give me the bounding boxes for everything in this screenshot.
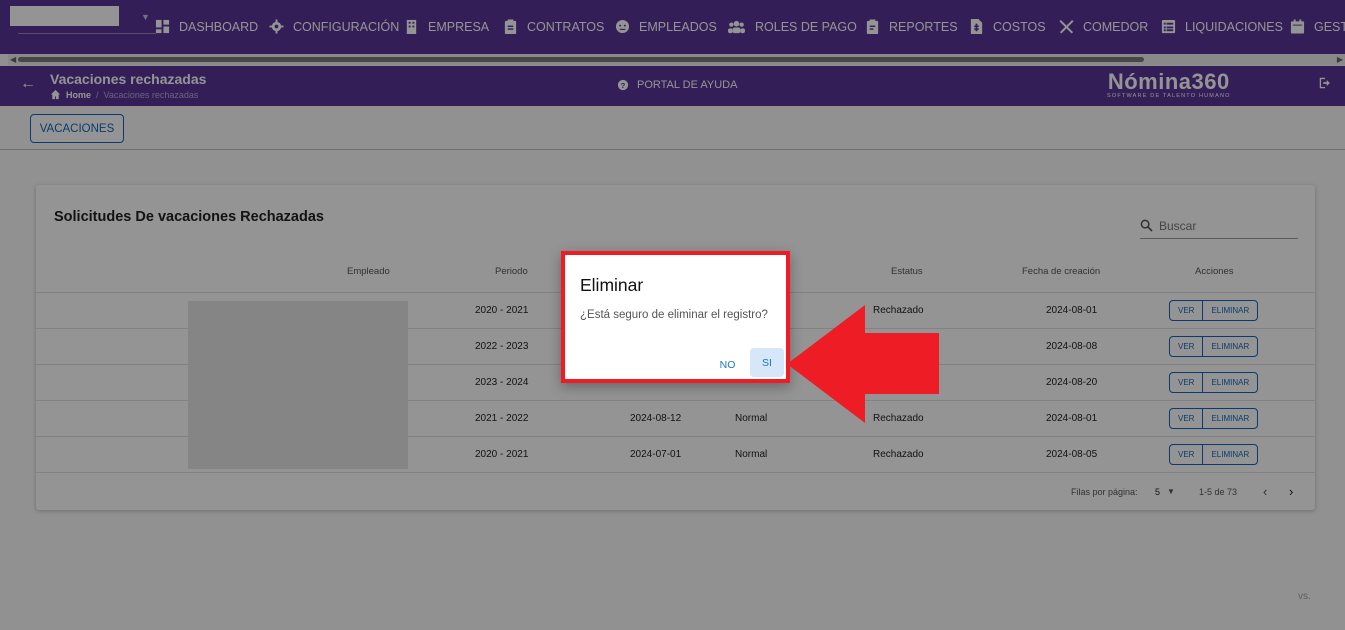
dialog-no-button[interactable]: NO <box>710 351 745 379</box>
version-label: vs. <box>1298 591 1311 602</box>
dialog-message: ¿Está seguro de eliminar el registro? <box>580 309 768 321</box>
red-pointer-arrow <box>787 305 939 423</box>
dialog-si-button[interactable]: SI <box>750 348 784 377</box>
dialog-title: Eliminar <box>580 275 644 295</box>
delete-confirm-dialog: Eliminar ¿Está seguro de eliminar el reg… <box>561 251 790 383</box>
